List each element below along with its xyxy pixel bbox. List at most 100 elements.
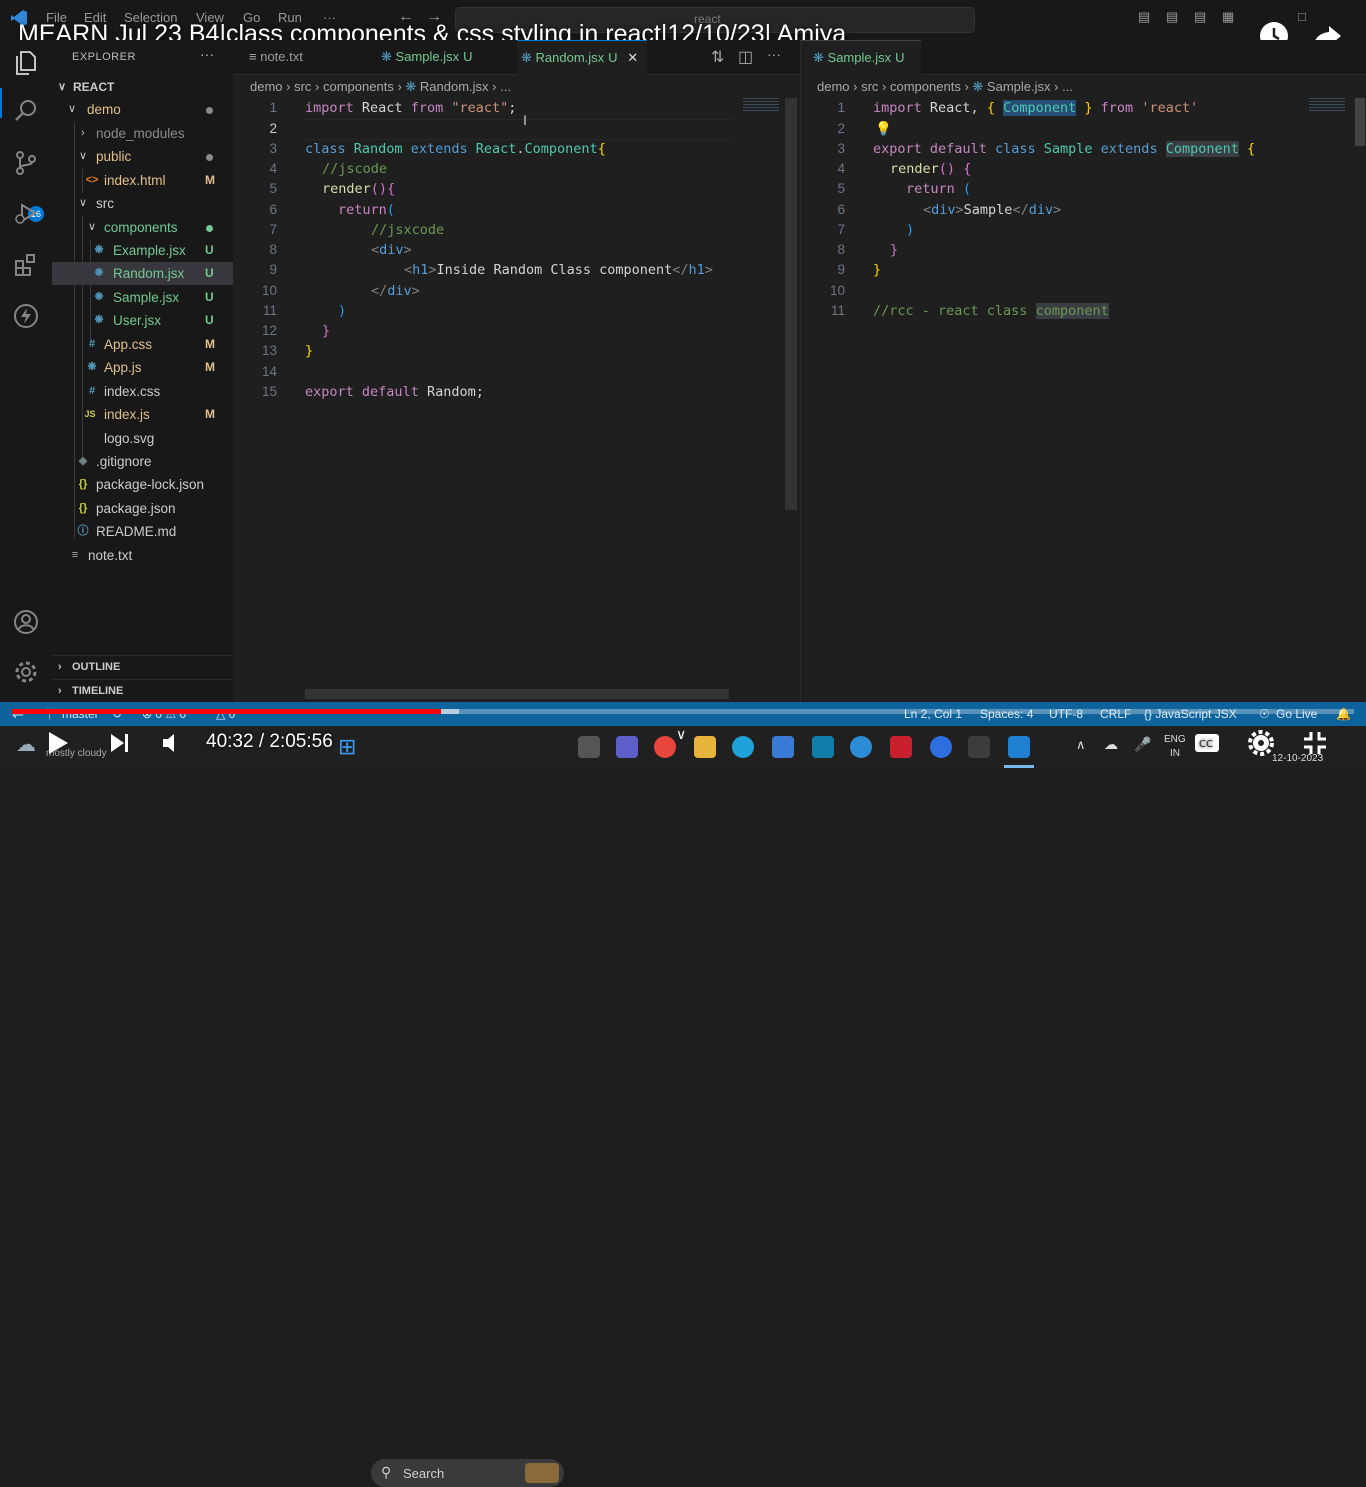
outline-section-header[interactable]: › OUTLINE [52, 655, 233, 678]
play-icon[interactable] [46, 730, 70, 762]
tree-folder-components[interactable]: ∨ components [52, 216, 233, 239]
windows-start-icon[interactable]: ⊞ [338, 734, 356, 760]
tree-folder-src[interactable]: ∨ src [52, 192, 233, 215]
minimap[interactable] [1309, 98, 1345, 112]
tab-note-txt[interactable]: ≡ note.txt [233, 40, 375, 74]
tree-file-app-js[interactable]: ❋ App.js M [52, 356, 233, 379]
chrome-icon[interactable] [654, 736, 676, 758]
line-number: 4 [837, 161, 845, 176]
restore-window-icon[interactable]: □ [1298, 9, 1306, 24]
tree-file-user-jsx[interactable]: ❋ User.jsx U [52, 309, 233, 332]
line-number: 1 [269, 100, 277, 115]
edge-icon[interactable] [732, 736, 754, 758]
exit-fullscreen-icon[interactable] [1302, 730, 1328, 762]
tree-folder-demo[interactable]: ∨ demo [52, 98, 233, 121]
taskbar-search[interactable]: ⚲ Search [371, 1459, 564, 1487]
tab-random-jsx[interactable]: ❋ Random.jsx U ✕ [517, 40, 647, 75]
tree-file-index-css[interactable]: # index.css [52, 380, 233, 403]
breadcrumb-item[interactable]: src [294, 79, 311, 94]
timeline-section-header[interactable]: › TIMELINE [52, 679, 233, 702]
toggle-sidebar-icon[interactable]: ▤ [1138, 9, 1150, 25]
file-explorer-icon[interactable] [694, 736, 716, 758]
source-control-icon[interactable] [10, 150, 42, 182]
code-line: <div>Sample</div> [923, 202, 1062, 218]
breadcrumb-left: demo › src › components › ❋ Random.jsx ›… [250, 79, 511, 94]
editor-group-right: ❋ Sample.jsx U demo › src › components › … [800, 40, 1366, 702]
editor-more-actions-icon[interactable]: ··· [767, 46, 781, 62]
line-number: 5 [837, 181, 845, 196]
tree-file-sample-jsx[interactable]: ❋ Sample.jsx U [52, 286, 233, 309]
captions-icon[interactable]: CC [1194, 733, 1220, 759]
explorer-icon[interactable] [10, 48, 42, 80]
tree-file-package-lock-json[interactable]: {} package-lock.json [52, 473, 233, 496]
weather-cloud-icon[interactable]: ☁ [16, 732, 36, 757]
mysql-icon[interactable] [812, 736, 834, 758]
tree-file-app-css[interactable]: # App.css M [52, 333, 233, 356]
mcafee-icon[interactable] [890, 736, 912, 758]
breadcrumb-item[interactable]: demo [250, 79, 283, 94]
tab-sample-jsx-right[interactable]: ❋ Sample.jsx U [801, 40, 921, 75]
breadcrumb-item[interactable]: Sample.jsx [987, 79, 1051, 94]
volume-icon[interactable] [160, 730, 184, 762]
tree-file-gitignore[interactable]: ◆ .gitignore [52, 450, 233, 473]
tree-file-readme-md[interactable]: ⓘ README.md [52, 520, 233, 543]
breadcrumb-item[interactable]: demo [817, 79, 850, 94]
terminal-icon[interactable] [968, 736, 990, 758]
tree-file-index-js[interactable]: JS index.js M [52, 403, 233, 426]
settings-gear-icon[interactable] [1248, 730, 1274, 762]
breadcrumb-item[interactable]: src [861, 79, 878, 94]
task-view-icon[interactable] [578, 736, 600, 758]
vertical-scrollbar[interactable] [785, 98, 797, 510]
close-tab-icon[interactable]: ✕ [627, 50, 638, 65]
search-icon[interactable] [10, 98, 42, 130]
vertical-scrollbar[interactable] [1355, 98, 1365, 146]
code-line: import React, { Component } from 'react' [873, 100, 1199, 116]
breadcrumb-item[interactable]: Random.jsx [420, 79, 489, 94]
accounts-icon[interactable] [10, 609, 42, 641]
more-actions-icon[interactable]: ··· [200, 46, 214, 62]
run-debug-icon[interactable] [10, 200, 42, 232]
breadcrumb-item[interactable]: ... [1062, 79, 1073, 94]
toggle-secondary-sidebar-icon[interactable]: ▤ [1194, 9, 1206, 25]
show-hidden-icons-icon[interactable]: ∧ [1076, 737, 1086, 753]
teams-icon[interactable] [616, 736, 638, 758]
tab-sample-jsx[interactable]: ❋ Sample.jsx U [375, 40, 517, 74]
split-editor-icon[interactable]: ◫ [738, 47, 753, 67]
horizontal-scrollbar[interactable] [305, 689, 729, 699]
minimap[interactable] [743, 98, 779, 112]
react-file-icon: ❋ [94, 291, 104, 303]
breadcrumb-item[interactable]: components [323, 79, 394, 94]
thunder-client-icon[interactable] [10, 303, 42, 335]
onedrive-icon[interactable]: ☁ [1104, 736, 1118, 753]
tree-file-logo-svg[interactable]: logo.svg [52, 427, 233, 450]
tree-file-example-jsx[interactable]: ❋ Example.jsx U [52, 239, 233, 262]
html-file-icon: <> [85, 174, 99, 186]
browser-icon[interactable] [850, 736, 872, 758]
line-number: 5 [269, 181, 277, 196]
tree-file-index-html[interactable]: <> index.html M [52, 169, 233, 192]
tree-file-random-jsx[interactable]: ❋ Random.jsx U [52, 262, 233, 285]
microphone-icon[interactable]: 🎤 [1134, 736, 1151, 753]
zoom-icon[interactable] [930, 736, 952, 758]
tree-file-note-txt[interactable]: ≡ note.txt [52, 544, 233, 567]
code-line: import React from "react"; [305, 100, 517, 116]
tree-folder-public[interactable]: ∨ public [52, 145, 233, 168]
open-changes-icon[interactable]: ⇅ [711, 47, 724, 67]
customize-layout-icon[interactable]: ▦ [1222, 9, 1234, 25]
lightbulb-icon[interactable]: 💡 [875, 119, 892, 139]
tree-file-package-json[interactable]: {} package.json [52, 497, 233, 520]
input-language[interactable]: ENG [1164, 734, 1186, 745]
code-line: render(){ [322, 181, 396, 197]
next-video-icon[interactable] [108, 730, 132, 762]
settings-gear-icon[interactable] [10, 659, 42, 691]
toggle-panel-icon[interactable]: ▤ [1166, 9, 1178, 25]
vscode-taskbar-icon[interactable] [1008, 736, 1030, 758]
breadcrumb-item[interactable]: ... [500, 79, 511, 94]
extensions-icon[interactable] [10, 252, 42, 284]
line-number: 6 [837, 202, 845, 217]
tree-folder-node-modules[interactable]: › node_modules [52, 122, 233, 145]
store-icon[interactable] [772, 736, 794, 758]
line-number: 6 [269, 202, 277, 217]
workspace-root[interactable]: ∨ REACT [52, 76, 233, 99]
breadcrumb-item[interactable]: components [890, 79, 961, 94]
